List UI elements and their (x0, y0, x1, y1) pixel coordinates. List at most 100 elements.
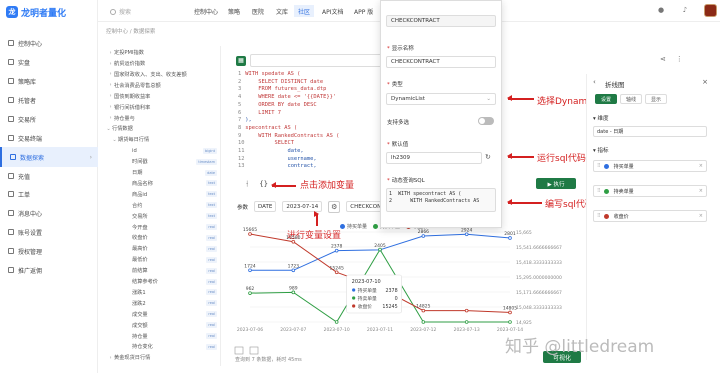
tree-item[interactable]: 持仓量 real (103, 331, 220, 340)
series-color-dot[interactable] (603, 188, 609, 194)
sidebar-item-icon (8, 229, 14, 235)
tree-item[interactable]: 商品id text (103, 190, 220, 199)
tree-item[interactable]: › 社会消费品零售总额 (103, 81, 220, 90)
tree-item[interactable]: 成交量 real (103, 310, 220, 319)
tree-item-label: 交易所 (132, 213, 148, 220)
avatar[interactable] (704, 4, 717, 17)
tree-item[interactable]: › 国家财政收入、支出、收支差额 (103, 70, 220, 79)
remove-icon[interactable]: × (699, 213, 703, 219)
format-icon[interactable]: ᚽ (245, 180, 249, 188)
sidebar-item[interactable]: 推广返佣 (0, 260, 98, 280)
tree-item[interactable]: 日期 date (103, 168, 220, 177)
data-point (508, 320, 512, 324)
series-color-dot[interactable] (603, 213, 609, 219)
top-nav-item[interactable]: 策略 (224, 5, 244, 17)
sidebar-item[interactable]: 授权管理 (0, 241, 98, 261)
sidebar-item[interactable]: 策略库 (0, 71, 98, 91)
data-label: 15580 (286, 235, 300, 241)
tree-item[interactable]: 合约 text (103, 201, 220, 210)
add-variable-icon[interactable]: {} (259, 180, 268, 188)
tree-item[interactable]: 持仓变化 real (103, 342, 220, 351)
tooltip-dot (352, 304, 356, 308)
tree-item[interactable]: id bigint (103, 146, 220, 155)
top-nav-item[interactable]: 文库 (272, 5, 292, 17)
sidebar-item[interactable]: 数据探索 › (0, 147, 98, 167)
sidebar-item[interactable]: 工单 (0, 184, 98, 204)
panel-tab[interactable]: 轴线 (620, 94, 643, 104)
data-point (421, 234, 426, 238)
sidebar-item[interactable]: 消息中心 (0, 203, 98, 223)
tree-item[interactable]: › 航贸运价指数 (103, 59, 220, 68)
tree-item[interactable]: 前结算 real (103, 266, 220, 275)
default-value-select[interactable]: lh2309 (386, 152, 482, 164)
panel-tab[interactable]: 设置 (595, 94, 618, 104)
x-tick-label: 2023-07-13 (454, 327, 480, 333)
multi-select-toggle[interactable] (478, 117, 494, 125)
drag-handle-icon[interactable]: ⠿ (597, 213, 601, 219)
type-badge: text (206, 213, 217, 220)
sidebar-item[interactable]: 控制中心 (0, 33, 98, 53)
search-box[interactable]: 搜索 (110, 6, 180, 17)
bulb-icon[interactable]: ● (656, 6, 666, 16)
remove-icon[interactable]: × (699, 163, 703, 169)
sidebar-item[interactable]: 充值 (0, 166, 98, 186)
share-icon[interactable]: ⋖ (660, 55, 666, 63)
tree-item[interactable]: 结算参考价 real (103, 277, 220, 286)
type-select[interactable]: DynamicList ⌄ (386, 93, 496, 105)
sidebar-item[interactable]: 交易终端 (0, 128, 98, 148)
sql-input[interactable]: 1 WITH specontract AS (2 WITH RankedCont… (386, 188, 496, 212)
tree-item[interactable]: 交易所 text (103, 212, 220, 221)
tree-item[interactable]: › 定投PMI指数 (103, 48, 220, 57)
sidebar-item[interactable]: 实盘 (0, 52, 98, 72)
tree-item[interactable]: › 国债到期收益率 (103, 92, 220, 101)
code-line: 1 WITH spedate AS ( (238, 71, 339, 79)
tree-item[interactable]: › 银行间拆借利率 (103, 103, 220, 112)
sidebar-item[interactable]: 账号设置 (0, 222, 98, 242)
series-item[interactable]: ⠿ 持卖单量 × (593, 185, 707, 197)
more-icon[interactable]: ⋮ (676, 55, 683, 63)
tree-item[interactable]: 涨跌1 real (103, 288, 220, 297)
gear-icon[interactable]: ⚙ (328, 200, 341, 213)
code-area[interactable]: 1 WITH spedate AS (2 SELECT DISTINCT date… (238, 71, 339, 171)
drag-handle-icon[interactable]: ⠿ (597, 188, 601, 194)
code-text: ), (245, 117, 252, 124)
chart-view-icon (249, 346, 259, 355)
line-number: 7 (238, 117, 242, 124)
tree-item[interactable]: 涨跌2 real (103, 299, 220, 308)
sidebar-item[interactable]: 交易所 (0, 109, 98, 129)
tree-item[interactable]: 成交额 real (103, 321, 220, 330)
panel-tab[interactable]: 显示 (645, 94, 668, 104)
tree-item[interactable]: 最低价 real (103, 255, 220, 264)
editor-table-icon[interactable]: ▦ (236, 56, 246, 66)
tree-item[interactable]: ⌄ 行情数据 (103, 124, 220, 133)
series-item[interactable]: ⠿ 持买单量 × (593, 160, 707, 172)
close-icon[interactable]: × (702, 78, 708, 86)
refresh-icon[interactable]: ↻ (485, 153, 491, 161)
tree-item[interactable]: ⌄ 期货每日行情 (103, 135, 220, 144)
bell-icon[interactable]: ♪ (680, 6, 690, 16)
tree-item[interactable]: › 黄金现货日行情 (103, 353, 220, 362)
top-nav-item[interactable]: APP 版 (350, 5, 377, 17)
sidebar-item-icon (8, 40, 14, 46)
sidebar-item[interactable]: 托管者 (0, 90, 98, 110)
dimension-select[interactable]: date - 日期 (593, 126, 707, 137)
top-nav-item[interactable]: 社区 (294, 5, 315, 17)
back-icon[interactable]: ‹ (593, 78, 596, 86)
line-number: 6 (238, 109, 242, 116)
drag-handle-icon[interactable]: ⠿ (597, 163, 601, 169)
remove-icon[interactable]: × (699, 188, 703, 194)
series-color-dot[interactable] (603, 163, 609, 169)
top-nav-item[interactable]: API文档 (318, 5, 348, 17)
tree-item[interactable]: 今开盘 real (103, 222, 220, 231)
tree-item[interactable]: 收盘价 real (103, 233, 220, 242)
execute-button[interactable]: ▶ 执行 (536, 178, 576, 189)
type-badge: real (206, 289, 217, 296)
top-nav-item[interactable]: 控制中心 (190, 5, 222, 17)
tree-item[interactable]: 商品名称 text (103, 179, 220, 188)
series-item[interactable]: ⠿ 收盘价 × (593, 210, 707, 222)
top-nav-item[interactable]: 医院 (248, 5, 268, 17)
tree-item[interactable]: › 持仓量与 (103, 113, 220, 122)
tree-item[interactable]: 最高价 real (103, 244, 220, 253)
display-name-input[interactable]: CHECKCONTRACT (386, 56, 496, 68)
tree-item[interactable]: 时间戳 timestam (103, 157, 220, 166)
